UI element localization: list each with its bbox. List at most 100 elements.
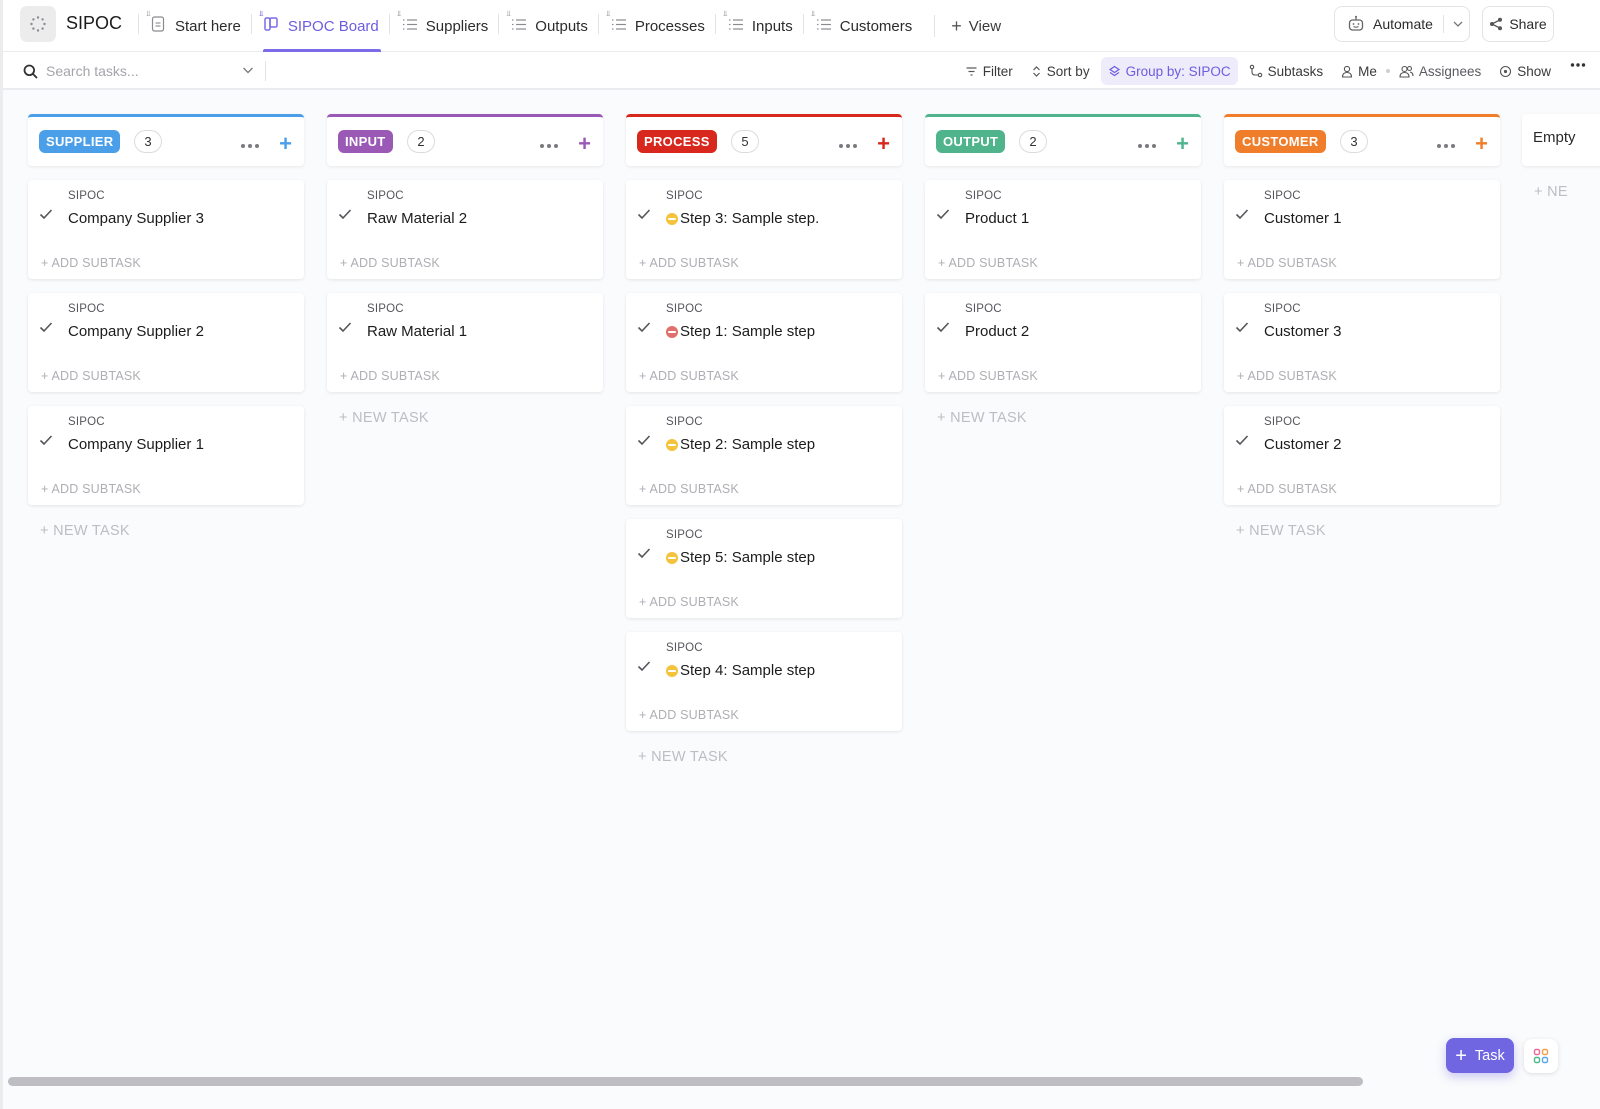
tab-inputs[interactable]: ⫫ Inputs: [714, 0, 803, 52]
checkmark-icon[interactable]: [39, 433, 53, 451]
priority-icon[interactable]: [666, 551, 678, 564]
column-header[interactable]: CUSTOMER 3 +: [1224, 114, 1500, 166]
add-subtask-button[interactable]: + ADD SUBTASK: [1237, 369, 1337, 383]
checkmark-icon[interactable]: [637, 546, 651, 564]
checkmark-icon[interactable]: [39, 320, 53, 338]
tab-start-here[interactable]: ⫫ Start here: [138, 0, 251, 52]
column-header[interactable]: PROCESS 5 +: [626, 114, 902, 166]
task-card[interactable]: SIPOC Step 5: Sample step + ADD SUBTASK: [626, 519, 902, 618]
subtasks-button[interactable]: Subtasks: [1242, 57, 1331, 85]
assignees-button[interactable]: Assignees: [1392, 57, 1488, 85]
separator-dot: [1385, 69, 1390, 73]
checkmark-icon[interactable]: [637, 433, 651, 451]
add-subtask-button[interactable]: + ADD SUBTASK: [639, 708, 739, 722]
space-icon[interactable]: [20, 6, 56, 42]
checkmark-icon[interactable]: [338, 320, 352, 338]
checkmark-icon[interactable]: [637, 207, 651, 225]
add-subtask-button[interactable]: + ADD SUBTASK: [639, 482, 739, 496]
show-button[interactable]: Show: [1492, 57, 1558, 85]
checkmark-icon[interactable]: [1235, 207, 1249, 225]
automate-button[interactable]: Automate: [1334, 6, 1470, 42]
add-task-plus-icon[interactable]: +: [578, 133, 591, 155]
search-box[interactable]: [23, 60, 255, 82]
checkmark-icon[interactable]: [936, 207, 950, 225]
tab-sipoc-board[interactable]: ⫫ SIPOC Board: [250, 0, 389, 52]
add-subtask-button[interactable]: + ADD SUBTASK: [639, 369, 739, 383]
list-name: SIPOC: [68, 416, 105, 428]
priority-icon[interactable]: [666, 325, 678, 338]
new-task-button[interactable]: + NEW TASK: [937, 410, 1201, 426]
more-options-icon[interactable]: [1137, 136, 1157, 154]
add-subtask-button[interactable]: + ADD SUBTASK: [639, 256, 739, 270]
add-subtask-button[interactable]: + ADD SUBTASK: [1237, 482, 1337, 496]
new-task-button[interactable]: + NEW TASK: [638, 749, 902, 765]
column-header[interactable]: INPUT 2 +: [327, 114, 603, 166]
tab-customers[interactable]: ⫫ Customers: [802, 0, 923, 52]
share-button[interactable]: Share: [1482, 6, 1554, 42]
new-task-button[interactable]: + NEW TASK: [339, 410, 603, 426]
priority-icon[interactable]: [666, 438, 678, 451]
task-card[interactable]: SIPOC Customer 1 + ADD SUBTASK: [1224, 180, 1500, 279]
more-options-icon[interactable]: [838, 136, 858, 154]
more-options-icon[interactable]: [1570, 62, 1586, 68]
task-card[interactable]: SIPOC Step 1: Sample step + ADD SUBTASK: [626, 293, 902, 392]
task-card[interactable]: SIPOC Company Supplier 3 + ADD SUBTASK: [28, 180, 304, 279]
task-card[interactable]: SIPOC Step 4: Sample step + ADD SUBTASK: [626, 632, 902, 731]
chevron-down-icon[interactable]: [1452, 18, 1464, 30]
task-card[interactable]: SIPOC Raw Material 1 + ADD SUBTASK: [327, 293, 603, 392]
checkmark-icon[interactable]: [1235, 320, 1249, 338]
add-subtask-button[interactable]: + ADD SUBTASK: [41, 369, 141, 383]
me-filter-button[interactable]: Me: [1334, 57, 1384, 85]
priority-icon[interactable]: [666, 212, 678, 225]
add-subtask-button[interactable]: + ADD SUBTASK: [41, 256, 141, 270]
add-subtask-button[interactable]: + ADD SUBTASK: [639, 595, 739, 609]
tab-suppliers[interactable]: ⫫ Suppliers: [388, 0, 499, 52]
add-subtask-button[interactable]: + ADD SUBTASK: [938, 256, 1038, 270]
more-options-icon[interactable]: [240, 136, 260, 154]
task-card[interactable]: SIPOC Product 2 + ADD SUBTASK: [925, 293, 1201, 392]
column-header[interactable]: SUPPLIER 3 +: [28, 114, 304, 166]
tab-processes[interactable]: ⫫ Processes: [597, 0, 715, 52]
filter-button[interactable]: Filter: [958, 57, 1020, 85]
horizontal-scrollbar[interactable]: [8, 1077, 1363, 1086]
search-input[interactable]: [46, 63, 226, 79]
sort-button[interactable]: Sort by: [1024, 57, 1097, 85]
column-header[interactable]: Empty: [1522, 114, 1600, 166]
add-task-plus-icon[interactable]: +: [1475, 133, 1488, 155]
tab-outputs[interactable]: ⫫ Outputs: [498, 0, 598, 52]
add-task-plus-icon[interactable]: +: [877, 133, 890, 155]
checkmark-icon[interactable]: [637, 320, 651, 338]
new-task-button[interactable]: + NEW TASK: [1236, 523, 1500, 539]
task-card[interactable]: SIPOC Step 2: Sample step + ADD SUBTASK: [626, 406, 902, 505]
checkmark-icon[interactable]: [936, 320, 950, 338]
checkmark-icon[interactable]: [338, 207, 352, 225]
task-card[interactable]: SIPOC Customer 3 + ADD SUBTASK: [1224, 293, 1500, 392]
task-card[interactable]: SIPOC Step 3: Sample step. + ADD SUBTASK: [626, 180, 902, 279]
chevron-down-icon[interactable]: [241, 63, 255, 77]
task-card[interactable]: SIPOC Company Supplier 1 + ADD SUBTASK: [28, 406, 304, 505]
add-subtask-button[interactable]: + ADD SUBTASK: [340, 256, 440, 270]
more-options-icon[interactable]: [539, 136, 559, 154]
task-card[interactable]: SIPOC Company Supplier 2 + ADD SUBTASK: [28, 293, 304, 392]
new-task-button[interactable]: + NE: [1534, 184, 1600, 200]
more-options-icon[interactable]: [1436, 136, 1456, 154]
group-by-button[interactable]: Group by: SIPOC: [1100, 57, 1238, 85]
add-subtask-button[interactable]: + ADD SUBTASK: [340, 369, 440, 383]
new-task-button[interactable]: + NEW TASK: [40, 523, 304, 539]
add-task-button[interactable]: + Task: [1446, 1038, 1514, 1073]
checkmark-icon[interactable]: [39, 207, 53, 225]
task-card[interactable]: SIPOC Raw Material 2 + ADD SUBTASK: [327, 180, 603, 279]
priority-icon[interactable]: [666, 664, 678, 677]
add-task-plus-icon[interactable]: +: [279, 133, 292, 155]
task-card[interactable]: SIPOC Customer 2 + ADD SUBTASK: [1224, 406, 1500, 505]
task-card[interactable]: SIPOC Product 1 + ADD SUBTASK: [925, 180, 1201, 279]
checkmark-icon[interactable]: [1235, 433, 1249, 451]
add-subtask-button[interactable]: + ADD SUBTASK: [1237, 256, 1337, 270]
add-task-plus-icon[interactable]: +: [1176, 133, 1189, 155]
apps-button[interactable]: [1524, 1039, 1558, 1073]
add-view-button[interactable]: + View: [934, 15, 1001, 37]
column-header[interactable]: OUTPUT 2 +: [925, 114, 1201, 166]
checkmark-icon[interactable]: [637, 659, 651, 677]
add-subtask-button[interactable]: + ADD SUBTASK: [938, 369, 1038, 383]
add-subtask-button[interactable]: + ADD SUBTASK: [41, 482, 141, 496]
